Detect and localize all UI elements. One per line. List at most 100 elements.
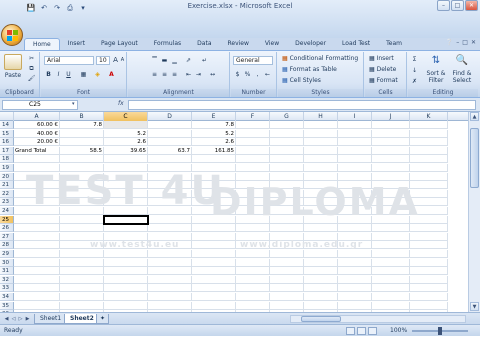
column-header-g[interactable]: G bbox=[270, 112, 304, 121]
cell-C34[interactable] bbox=[104, 293, 148, 301]
row-header-27[interactable]: 27 bbox=[0, 232, 14, 241]
cell-C17[interactable]: 39.65 bbox=[104, 146, 148, 155]
cell-G15[interactable] bbox=[270, 129, 304, 138]
insert-function-button[interactable]: fx bbox=[118, 100, 124, 107]
cell-E27[interactable] bbox=[192, 232, 236, 241]
cell-A33[interactable] bbox=[14, 284, 60, 293]
cell-E26[interactable] bbox=[192, 224, 236, 233]
cell-D25[interactable] bbox=[148, 215, 192, 224]
cell-E29[interactable] bbox=[192, 250, 236, 258]
select-all-corner[interactable] bbox=[0, 112, 14, 121]
minimize-button[interactable]: – bbox=[437, 0, 450, 11]
cell-J26[interactable] bbox=[372, 224, 410, 233]
cell-A26[interactable] bbox=[14, 224, 60, 233]
cell-C31[interactable] bbox=[104, 267, 148, 276]
column-header-c[interactable]: C bbox=[104, 112, 148, 121]
cell-G35[interactable] bbox=[270, 301, 304, 310]
cell-E14[interactable]: 7.8 bbox=[192, 121, 236, 129]
align-middle-icon[interactable]: ▬ bbox=[160, 56, 169, 65]
wrap-text-icon[interactable]: ↵ bbox=[200, 56, 209, 65]
column-header-b[interactable]: B bbox=[60, 112, 104, 121]
cell-K27[interactable] bbox=[410, 232, 448, 241]
ribbon-restore-icon[interactable]: □ bbox=[462, 39, 468, 46]
cell-B17[interactable]: 58.5 bbox=[60, 146, 104, 155]
cell-E25[interactable] bbox=[192, 215, 236, 224]
increase-indent-icon[interactable]: ⇥ bbox=[194, 70, 203, 79]
cell-H23[interactable] bbox=[304, 198, 338, 207]
cell-D22[interactable] bbox=[148, 189, 192, 198]
cell-F17[interactable] bbox=[236, 146, 270, 155]
cell-I35[interactable] bbox=[338, 301, 372, 310]
cell-K25[interactable] bbox=[410, 215, 448, 224]
cell-C20[interactable] bbox=[104, 172, 148, 181]
vertical-scrollbar[interactable]: ▲ ▼ bbox=[468, 112, 480, 312]
cell-G22[interactable] bbox=[270, 189, 304, 198]
cell-A35[interactable] bbox=[14, 301, 60, 310]
paste-button[interactable]: Paste bbox=[4, 72, 22, 79]
cell-G32[interactable] bbox=[270, 275, 304, 284]
cell-K28[interactable] bbox=[410, 241, 448, 250]
horizontal-scrollbar[interactable] bbox=[290, 315, 466, 323]
cell-J33[interactable] bbox=[372, 284, 410, 293]
cell-D16[interactable] bbox=[148, 138, 192, 147]
cell-K19[interactable] bbox=[410, 164, 448, 172]
cell-B27[interactable] bbox=[60, 232, 104, 241]
cell-F34[interactable] bbox=[236, 293, 270, 301]
cell-E31[interactable] bbox=[192, 267, 236, 276]
row-header-15[interactable]: 15 bbox=[0, 129, 14, 138]
conditional-formatting-button[interactable]: ▦ Conditional Formatting bbox=[282, 55, 358, 62]
cell-J20[interactable] bbox=[372, 172, 410, 181]
cell-I33[interactable] bbox=[338, 284, 372, 293]
tab-team[interactable]: Team bbox=[378, 38, 410, 50]
cell-K24[interactable] bbox=[410, 207, 448, 215]
cell-C32[interactable] bbox=[104, 275, 148, 284]
sort-filter-icon[interactable]: ⇅ bbox=[424, 55, 448, 66]
cell-A23[interactable] bbox=[14, 198, 60, 207]
prev-sheet-icon[interactable]: ◁ bbox=[10, 315, 17, 323]
cell-K32[interactable] bbox=[410, 275, 448, 284]
cell-D23[interactable] bbox=[148, 198, 192, 207]
cell-J31[interactable] bbox=[372, 267, 410, 276]
next-sheet-icon[interactable]: ▷ bbox=[17, 315, 24, 323]
tab-insert[interactable]: Insert bbox=[60, 38, 93, 50]
ribbon-close-icon[interactable]: ✕ bbox=[471, 39, 476, 46]
cell-J15[interactable] bbox=[372, 129, 410, 138]
horizontal-scroll-thumb[interactable] bbox=[301, 316, 341, 322]
row-header-34[interactable]: 34 bbox=[0, 293, 14, 301]
cell-A34[interactable] bbox=[14, 293, 60, 301]
tab-view[interactable]: View bbox=[257, 38, 287, 50]
cell-I26[interactable] bbox=[338, 224, 372, 233]
cell-F16[interactable] bbox=[236, 138, 270, 147]
cell-B34[interactable] bbox=[60, 293, 104, 301]
percent-button[interactable]: % bbox=[243, 70, 252, 79]
zoom-knob[interactable] bbox=[438, 327, 442, 335]
cell-styles-button[interactable]: ▦ Cell Styles bbox=[282, 77, 321, 84]
cell-H31[interactable] bbox=[304, 267, 338, 276]
cell-J17[interactable] bbox=[372, 146, 410, 155]
column-header-h[interactable]: H bbox=[304, 112, 338, 121]
cell-G20[interactable] bbox=[270, 172, 304, 181]
cell-J23[interactable] bbox=[372, 198, 410, 207]
find-select-button[interactable]: Find & Select bbox=[450, 70, 474, 84]
cell-F19[interactable] bbox=[236, 164, 270, 172]
cell-H33[interactable] bbox=[304, 284, 338, 293]
close-button[interactable]: ✕ bbox=[465, 0, 478, 11]
column-header-d[interactable]: D bbox=[148, 112, 192, 121]
align-center-icon[interactable]: ≡ bbox=[160, 70, 169, 79]
copy-icon[interactable]: ⧉ bbox=[27, 64, 36, 73]
column-header-k[interactable]: K bbox=[410, 112, 448, 121]
cell-H16[interactable] bbox=[304, 138, 338, 147]
cell-A16[interactable]: 20.00 € bbox=[14, 138, 60, 147]
cell-F26[interactable] bbox=[236, 224, 270, 233]
cell-C15[interactable]: 5.2 bbox=[104, 129, 148, 138]
cell-D30[interactable] bbox=[148, 258, 192, 267]
row-header-21[interactable]: 21 bbox=[0, 181, 14, 190]
vertical-scroll-thumb[interactable] bbox=[470, 128, 479, 188]
name-box-dropdown-icon[interactable]: ▾ bbox=[72, 101, 75, 107]
format-as-table-button[interactable]: ▦ Format as Table bbox=[282, 66, 337, 73]
cell-K15[interactable] bbox=[410, 129, 448, 138]
cell-E32[interactable] bbox=[192, 275, 236, 284]
font-name-field[interactable]: Arial bbox=[44, 56, 94, 65]
sheet-tab-sheet2[interactable]: Sheet2 bbox=[64, 314, 100, 324]
row-header-28[interactable]: 28 bbox=[0, 241, 14, 250]
